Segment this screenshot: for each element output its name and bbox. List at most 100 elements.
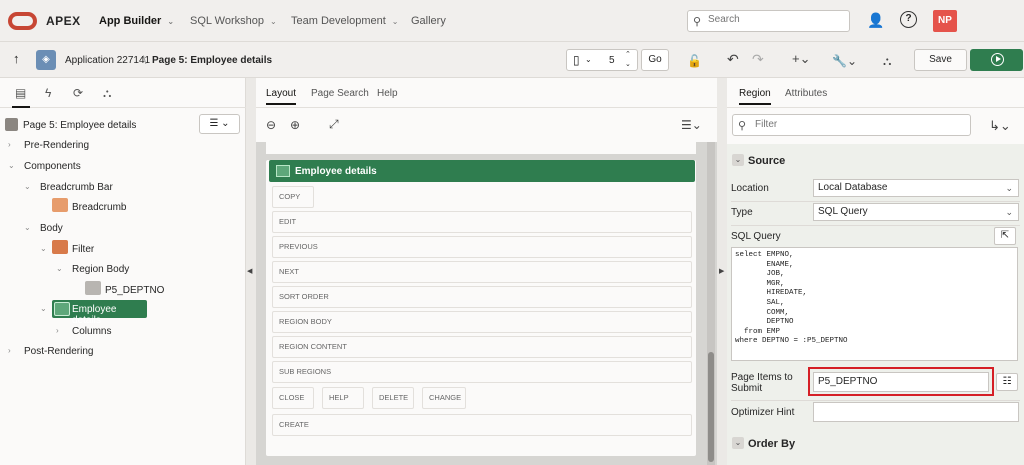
- collapse-right-icon[interactable]: ▶: [719, 267, 724, 275]
- nav-app-builder[interactable]: App Builder ⌄: [99, 15, 174, 27]
- scroll-thumb[interactable]: [708, 352, 714, 462]
- canvas-scrollbar[interactable]: [707, 142, 715, 465]
- slot-help[interactable]: HELP: [322, 387, 364, 409]
- type-select[interactable]: SQL Query ⌄: [813, 203, 1019, 221]
- page-icon: [5, 118, 18, 131]
- redo-icon[interactable]: ↷: [752, 51, 764, 68]
- slot-create[interactable]: CREATE: [272, 414, 692, 436]
- region-employee-details-header[interactable]: Employee details: [269, 160, 695, 182]
- help-icon[interactable]: ?: [900, 11, 917, 28]
- nav-team-development[interactable]: Team Development ⌄: [291, 15, 398, 27]
- slot-previous[interactable]: PREVIOUS: [272, 236, 692, 258]
- tab-region[interactable]: Region: [739, 88, 771, 105]
- collapse-order-by-icon[interactable]: ⌄: [732, 437, 744, 449]
- page-selector-label[interactable]: Page 5: Employee details: [23, 120, 136, 131]
- lock-icon[interactable]: 🔓: [687, 54, 702, 68]
- zoom-out-icon[interactable]: ⊖: [266, 118, 276, 132]
- processing-tab-icon[interactable]: ⟳: [73, 86, 83, 100]
- left-pane-tabs: ▤ ϟ ⟳ ⛬: [0, 78, 246, 108]
- breadcrumb-icon: [52, 198, 68, 212]
- tab-attributes[interactable]: Attributes: [785, 88, 827, 99]
- list-picker-icon[interactable]: ☷: [996, 373, 1018, 391]
- slot-change[interactable]: CHANGE: [422, 387, 466, 409]
- user-settings-icon[interactable]: 👤: [867, 12, 884, 29]
- chevron-down-icon: ⌄: [167, 17, 175, 26]
- slot-sort-order[interactable]: SORT ORDER: [272, 286, 692, 308]
- search-input[interactable]: [708, 14, 843, 25]
- search-icon: ⚲: [738, 120, 747, 132]
- left-splitter[interactable]: ◀: [246, 78, 256, 465]
- chevron-down-icon: ⌄: [391, 17, 399, 26]
- undo-icon[interactable]: ↶: [727, 51, 739, 68]
- nav-sql-workshop[interactable]: SQL Workshop ⌄: [190, 15, 277, 27]
- nav-gallery[interactable]: Gallery: [411, 15, 446, 27]
- go-to-group-icon[interactable]: ↳⌄: [989, 118, 1011, 134]
- static-content-icon: [52, 240, 68, 254]
- stepper-up-icon[interactable]: ⌃: [625, 50, 631, 58]
- right-splitter[interactable]: ▶: [717, 78, 727, 465]
- breadcrumb-application[interactable]: Application 227141: [65, 55, 150, 66]
- sql-query-label: SQL Query: [731, 231, 781, 242]
- layout-tools: ⊖ ⊕ ⤢ ☰⌄: [256, 108, 717, 142]
- create-plus-icon[interactable]: +⌄: [792, 51, 810, 67]
- application-icon[interactable]: ◈: [36, 50, 56, 70]
- shared-components-tab-icon[interactable]: ⛬: [103, 86, 111, 101]
- tree-item-p5-deptno[interactable]: P5_DEPTNO: [105, 285, 164, 296]
- region-employee-details[interactable]: [266, 160, 696, 456]
- collapse-source-icon[interactable]: ⌄: [732, 154, 744, 166]
- up-arrow-icon[interactable]: ↑: [13, 51, 20, 66]
- run-page-button[interactable]: [970, 49, 1023, 71]
- chevron-down-icon[interactable]: ⌄: [40, 244, 47, 253]
- slot-delete[interactable]: DELETE: [372, 387, 414, 409]
- shared-components-icon[interactable]: ⛬: [883, 54, 891, 69]
- tree-item-filter[interactable]: Filter: [72, 244, 94, 255]
- code-editor-expand-icon[interactable]: ⇱: [994, 227, 1016, 245]
- chevron-down-icon: ⌄: [269, 17, 277, 26]
- zoom-in-icon[interactable]: ⊕: [290, 118, 300, 132]
- dynamic-actions-tab-icon[interactable]: ϟ: [45, 86, 51, 100]
- tree-menu-button[interactable]: ☰ ⌄: [199, 114, 240, 134]
- tab-layout[interactable]: Layout: [266, 88, 297, 105]
- rendering-tab-icon[interactable]: ▤: [11, 86, 31, 108]
- go-button[interactable]: Go: [641, 49, 669, 71]
- slot-sub-regions[interactable]: SUB REGIONS: [272, 361, 692, 383]
- source-section-header[interactable]: Source: [748, 155, 785, 167]
- utilities-wrench-icon[interactable]: 🔧⌄: [832, 54, 857, 68]
- slot-next[interactable]: NEXT: [272, 261, 692, 283]
- tree-item-breadcrumb[interactable]: Breadcrumb: [72, 202, 126, 213]
- page-number-selector[interactable]: ▯ ⌄ 5 ⌃ ⌄: [566, 49, 638, 71]
- slot-close[interactable]: CLOSE: [272, 387, 314, 409]
- filter-input[interactable]: [755, 119, 955, 130]
- order-by-section-header[interactable]: Order By: [748, 438, 795, 450]
- sql-query-editor[interactable]: select EMPNO, ENAME, JOB, MGR, HIREDATE,…: [731, 247, 1018, 361]
- page-number-value[interactable]: 5: [609, 55, 615, 66]
- expand-icon[interactable]: ⤢: [329, 117, 339, 132]
- classic-report-icon: [54, 302, 70, 316]
- user-avatar[interactable]: NP: [933, 10, 957, 32]
- chevron-down-icon[interactable]: ⌄: [8, 161, 15, 170]
- chevron-right-icon[interactable]: ›: [8, 140, 11, 149]
- optimizer-hint-input[interactable]: [813, 402, 1019, 422]
- collapse-left-icon[interactable]: ◀: [247, 267, 252, 275]
- layout-menu-icon[interactable]: ☰⌄: [681, 118, 702, 132]
- slot-region-content[interactable]: REGION CONTENT: [272, 336, 692, 358]
- slot-edit[interactable]: EDIT: [272, 211, 692, 233]
- chevron-down-icon[interactable]: ⌄: [56, 264, 63, 273]
- tree-item-employee-details[interactable]: Employee details: [52, 300, 147, 326]
- save-button[interactable]: Save: [914, 49, 967, 71]
- slot-region-body[interactable]: REGION BODY: [272, 311, 692, 333]
- tab-help[interactable]: Help: [377, 88, 398, 99]
- property-filter[interactable]: ⚲: [732, 114, 971, 136]
- global-search[interactable]: ⚲: [687, 10, 850, 32]
- chevron-right-icon[interactable]: ›: [8, 346, 11, 355]
- location-select[interactable]: Local Database ⌄: [813, 179, 1019, 197]
- stepper-down-icon[interactable]: ⌄: [625, 60, 631, 68]
- slot-copy[interactable]: COPY: [272, 186, 314, 208]
- chevron-down-icon[interactable]: ⌄: [40, 304, 47, 313]
- chevron-down-icon[interactable]: ⌄: [24, 182, 31, 191]
- chevron-down-icon[interactable]: ⌄: [24, 223, 31, 232]
- oracle-logo-icon[interactable]: [8, 12, 37, 30]
- tab-page-search[interactable]: Page Search: [311, 88, 369, 99]
- chevron-right-icon[interactable]: ›: [56, 326, 59, 335]
- brand-name[interactable]: APEX: [46, 14, 81, 28]
